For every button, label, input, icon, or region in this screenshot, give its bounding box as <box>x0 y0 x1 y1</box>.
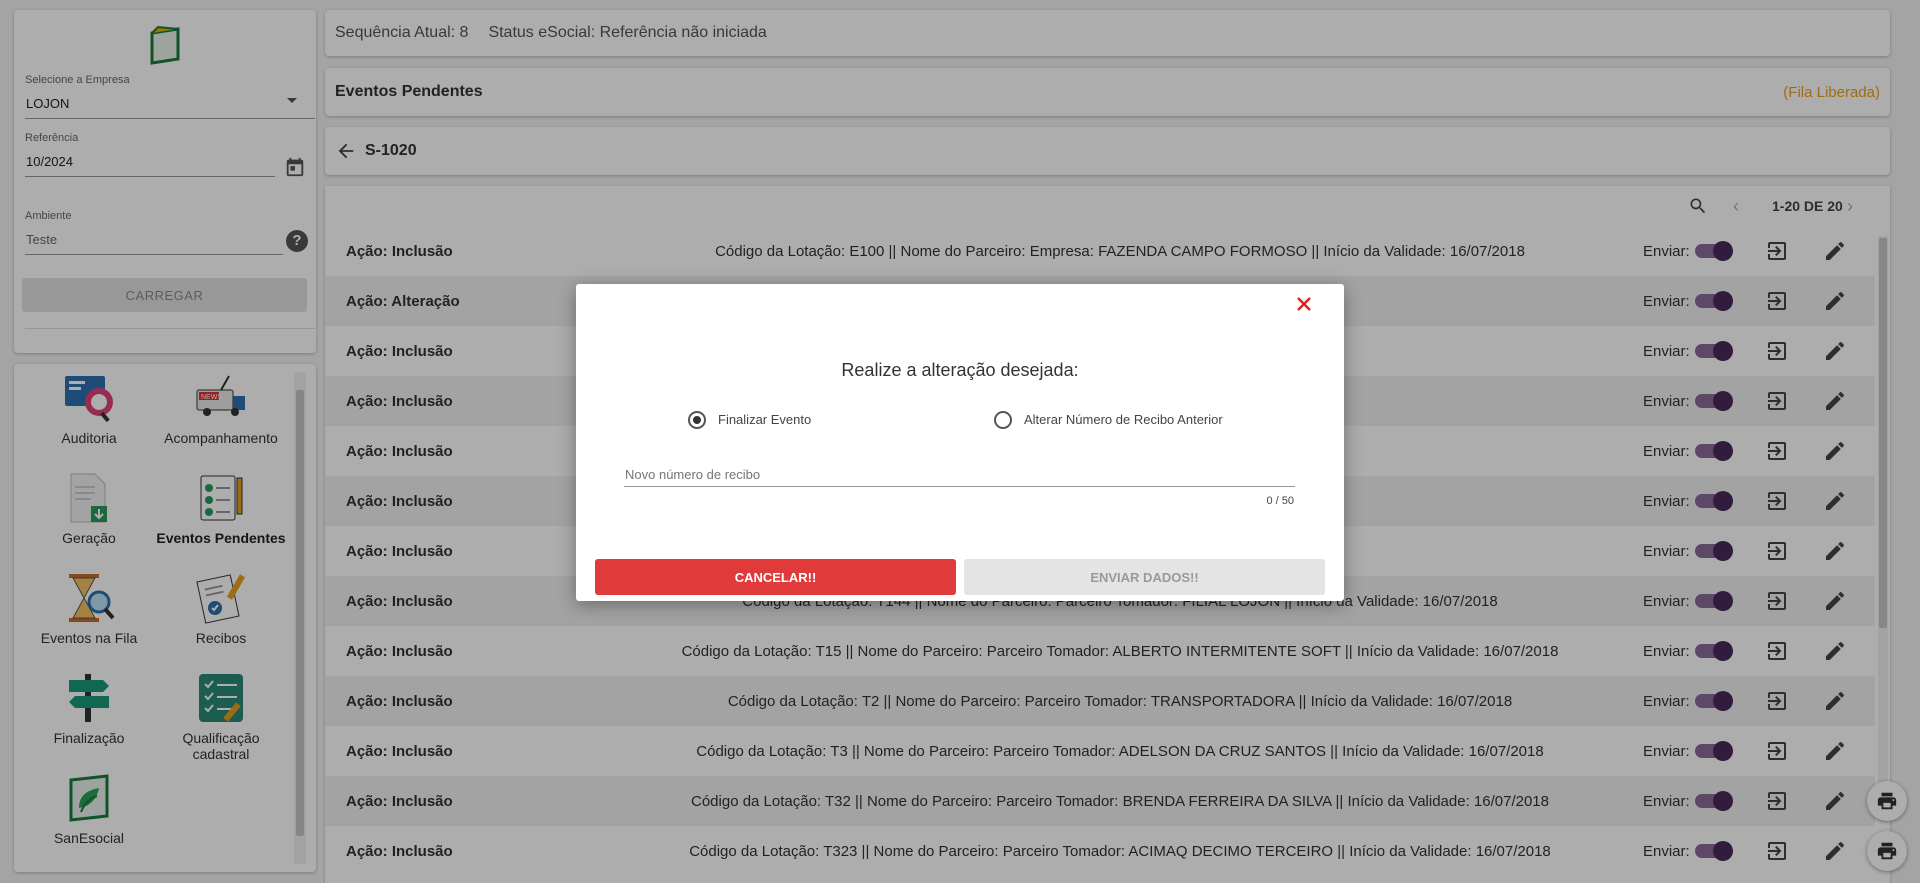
radio-alterar-label[interactable]: Alterar Número de Recibo Anterior <box>1024 412 1223 427</box>
radio-finalizar[interactable] <box>688 411 706 429</box>
send-data-button[interactable]: ENVIAR DADOS!! <box>964 559 1325 595</box>
radio-finalizar-label[interactable]: Finalizar Evento <box>718 412 811 427</box>
cancel-button[interactable]: CANCELAR!! <box>595 559 956 595</box>
char-counter: 0 / 50 <box>1266 495 1294 507</box>
close-icon[interactable] <box>1294 294 1314 314</box>
radio-alterar[interactable] <box>994 411 1012 429</box>
dialog-title: Realize a alteração desejada: <box>841 360 1079 380</box>
receipt-number-input[interactable] <box>624 462 1295 487</box>
change-dialog: Realize a alteração desejada: Finalizar … <box>576 284 1344 601</box>
